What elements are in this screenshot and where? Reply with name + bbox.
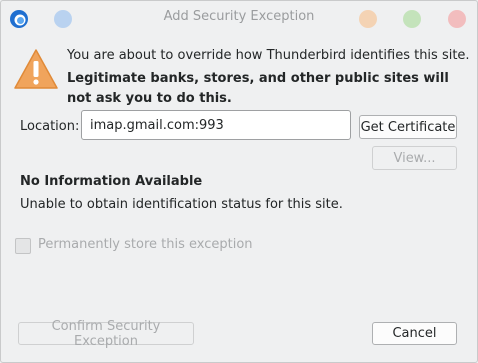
- permanent-store-checkbox[interactable]: [15, 238, 31, 254]
- get-certificate-label: Get Certificate: [360, 119, 456, 135]
- location-label: Location:: [20, 119, 80, 134]
- warning-message: You are about to override how Thunderbir…: [67, 48, 470, 63]
- info-description: Unable to obtain identification status f…: [20, 197, 343, 212]
- permanent-store-label[interactable]: Permanently store this exception: [38, 237, 253, 252]
- confirm-exception-label: Confirm Security Exception: [51, 318, 161, 349]
- title-bar[interactable]: Add Security Exception: [1, 1, 477, 35]
- minimize-button[interactable]: [359, 10, 377, 28]
- dialog-window: Add Security Exception You are about to …: [0, 0, 478, 363]
- get-certificate-button[interactable]: Get Certificate: [359, 115, 457, 139]
- warning-triangle-icon: [14, 49, 58, 89]
- warning-emphasis: Legitimate banks, stores, and other publ…: [67, 71, 449, 106]
- view-label: View...: [393, 150, 436, 166]
- confirm-exception-button[interactable]: Confirm Security Exception: [18, 319, 194, 349]
- view-button[interactable]: View...: [372, 146, 457, 170]
- cancel-button[interactable]: Cancel: [372, 322, 457, 345]
- cancel-label: Cancel: [392, 326, 437, 341]
- close-button[interactable]: [448, 10, 466, 28]
- info-heading: No Information Available: [20, 174, 203, 189]
- maximize-button[interactable]: [403, 10, 421, 28]
- location-input[interactable]: [81, 110, 351, 140]
